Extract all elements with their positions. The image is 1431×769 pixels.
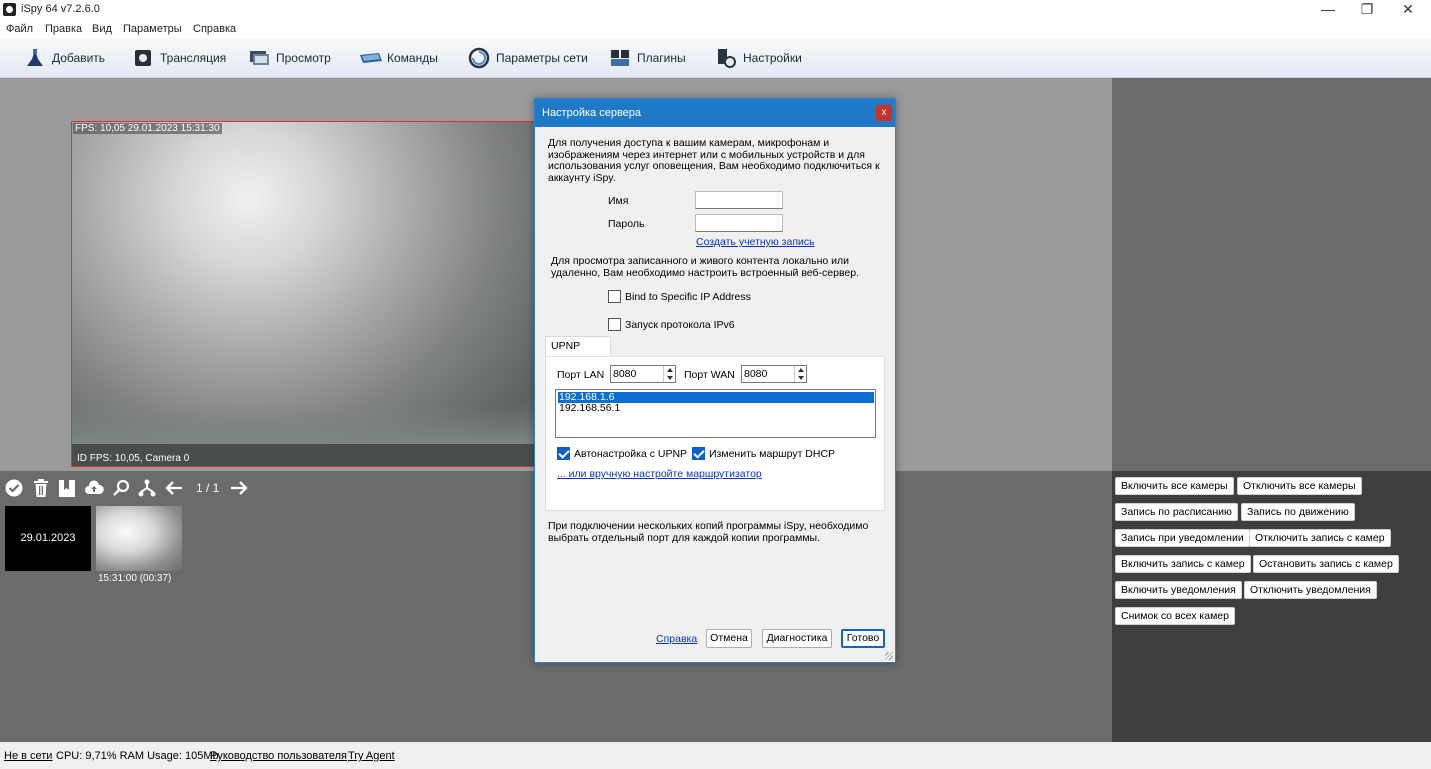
bind-ip-label: Bind to Specific IP Address	[625, 291, 751, 303]
network-icon	[468, 47, 490, 69]
bind-ip-checkbox[interactable]	[608, 290, 621, 303]
disable-all-cameras-button[interactable]: Отключить все камеры	[1237, 477, 1362, 495]
arrow-right-icon[interactable]	[229, 478, 249, 498]
menu-bar: Файл Правка Вид Параметры Справка	[0, 20, 1431, 38]
disable-recording-button[interactable]: Отключить запись с камер	[1249, 529, 1391, 547]
add-icon	[24, 47, 46, 69]
user-guide-link[interactable]: Руководство пользователя	[210, 750, 347, 762]
motion-record-button[interactable]: Запись по движению	[1241, 503, 1355, 521]
enable-alerts-button[interactable]: Включить уведомления	[1115, 581, 1242, 599]
ipv6-label: Запуск протокола IPv6	[625, 319, 735, 331]
settings-icon	[715, 47, 737, 69]
window-title: iSpy 64 v7.2.6.0	[21, 3, 100, 15]
enable-recording-button[interactable]: Включить запись с камер	[1115, 555, 1251, 573]
toolbar-network-button[interactable]: Параметры сети	[468, 46, 588, 70]
menu-edit[interactable]: Правка	[45, 23, 82, 35]
dialog-title-bar: Настройка сервера x	[535, 99, 895, 127]
status-bar: Не в сети CPU: 9,71% RAM Usage: 105Mb Ру…	[0, 742, 1431, 769]
enable-all-cameras-button[interactable]: Включить все камеры	[1115, 477, 1234, 495]
menu-view[interactable]: Вид	[92, 23, 112, 35]
ip-address-list[interactable]: 192.168.1.6 192.168.56.1	[555, 389, 876, 438]
alert-record-button[interactable]: Запись при уведомлении	[1115, 529, 1250, 547]
thumbnail-caption: 15:31:00 (00:37)	[98, 573, 172, 584]
schedule-record-button[interactable]: Запись по расписанию	[1115, 503, 1238, 521]
create-account-link[interactable]: Создать учетную запись	[696, 236, 815, 248]
commands-icon	[359, 47, 382, 69]
resize-grip-icon[interactable]	[885, 652, 893, 660]
camera-view[interactable]: FPS: 10,05 29.01.2023 15:31:30 ID FPS: 1…	[71, 121, 537, 467]
password-label: Пароль	[608, 218, 645, 230]
wan-port-stepper[interactable]: 8080	[741, 365, 807, 383]
toolbar-view-button[interactable]: Просмотр	[248, 46, 331, 70]
wan-port-label: Порт WAN	[684, 369, 735, 381]
try-agent-link[interactable]: Try Agent	[348, 750, 395, 762]
menu-file[interactable]: Файл	[6, 23, 33, 35]
toolbar-settings-button[interactable]: Настройки	[715, 46, 802, 70]
title-bar: iSpy 64 v7.2.6.0 — ❐ ✕	[0, 0, 1431, 20]
minimize-button[interactable]: —	[1308, 0, 1348, 20]
stop-recording-button[interactable]: Остановить запись с камер	[1253, 555, 1399, 573]
arrow-left-icon[interactable]	[164, 478, 184, 498]
toolbar-commands-button[interactable]: Команды	[359, 46, 438, 70]
server-settings-dialog: Настройка сервера x Для получения доступ…	[534, 98, 896, 663]
view-icon	[248, 47, 270, 69]
close-window-button[interactable]: ✕	[1388, 0, 1428, 20]
online-status-link[interactable]: Не в сети	[4, 750, 52, 762]
camera-status: ID FPS: 10,05, Camera 0	[77, 453, 190, 464]
dialog-close-button[interactable]: x	[876, 105, 892, 121]
auto-upnp-label: Автонастройка с UPNP	[574, 448, 688, 460]
diagnostics-button[interactable]: Диагностика	[762, 629, 832, 648]
lan-port-label: Порт LAN	[557, 369, 605, 381]
toolbar-add-button[interactable]: Добавить	[24, 46, 105, 70]
page-indicator: 1 / 1	[196, 481, 220, 495]
dhcp-route-checkbox[interactable]	[692, 447, 705, 460]
account-intro-text: Для получения доступа к вашим камерам, м…	[548, 137, 880, 184]
snapshot-all-button[interactable]: Снимок со всех камер	[1115, 607, 1235, 625]
name-input[interactable]	[695, 191, 783, 209]
cancel-button[interactable]: Отмена	[706, 629, 752, 648]
plugins-icon	[609, 47, 631, 69]
thumbnail-date[interactable]: 29.01.2023	[5, 506, 91, 571]
main-toolbar: Добавить Трансляция Просмотр Команды Пар…	[0, 38, 1431, 78]
auto-upnp-checkbox[interactable]	[557, 447, 570, 460]
name-label: Имя	[608, 195, 629, 207]
disable-alerts-button[interactable]: Отключить уведомления	[1244, 581, 1377, 599]
broadcast-icon	[132, 47, 154, 69]
password-input[interactable]	[695, 214, 783, 232]
thumbnail-image[interactable]	[96, 506, 182, 571]
cpu-ram-usage: CPU: 9,71% RAM Usage: 105Mb	[56, 750, 219, 762]
dialog-title: Настройка сервера	[542, 107, 642, 119]
manual-router-link[interactable]: ... или вручную настройте маршрутизатор	[557, 468, 762, 480]
bookmark-icon[interactable]	[57, 478, 77, 498]
tab-upnp[interactable]: UPNP (IPv4)	[545, 336, 611, 370]
lan-port-stepper[interactable]: 8080	[610, 365, 676, 383]
camera-fps-overlay: FPS: 10,05 29.01.2023 15:31:30	[73, 123, 222, 134]
trash-icon[interactable]	[31, 478, 51, 498]
menu-parameters[interactable]: Параметры	[123, 23, 182, 35]
commands-panel: Включить все камеры Отключить все камеры…	[1112, 471, 1431, 742]
done-button[interactable]: Готово	[841, 629, 885, 648]
restore-button[interactable]: ❐	[1347, 0, 1387, 20]
wan-port-spin-arrows-icon[interactable]	[794, 366, 806, 382]
app-logo-icon	[3, 3, 16, 16]
list-item[interactable]: 192.168.56.1	[558, 403, 874, 414]
check-icon[interactable]	[4, 478, 24, 498]
multi-instance-text: При подключении нескольких копий програм…	[548, 520, 869, 544]
menu-help[interactable]: Справка	[193, 23, 236, 35]
lan-port-spin-arrows-icon[interactable]	[663, 366, 675, 382]
help-link[interactable]: Справка	[656, 633, 697, 645]
webserver-text: Для просмотра записанного и живого конте…	[551, 255, 860, 279]
cloud-upload-icon[interactable]	[84, 478, 104, 498]
merge-icon[interactable]	[137, 478, 157, 498]
toolbar-plugins-button[interactable]: Плагины	[609, 46, 686, 70]
toolbar-broadcast-button[interactable]: Трансляция	[132, 46, 226, 70]
dhcp-route-label: Изменить маршрут DHCP	[709, 448, 836, 460]
ipv6-checkbox[interactable]	[608, 318, 621, 331]
search-icon[interactable]	[111, 478, 131, 498]
